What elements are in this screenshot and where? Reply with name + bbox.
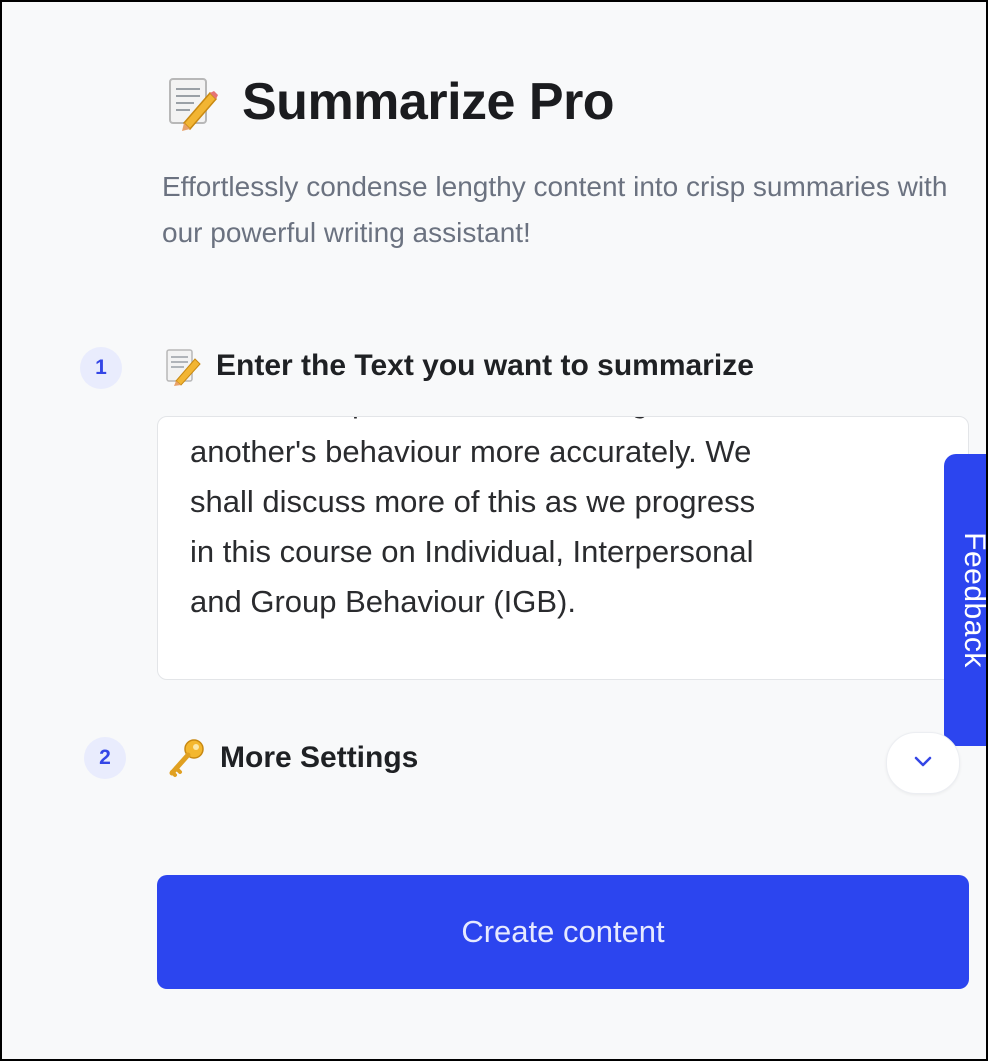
page-subtitle: Effortlessly condense lengthy content in…: [162, 171, 948, 248]
chevron-down-icon: [913, 754, 933, 773]
key-icon: [166, 738, 206, 778]
memo-icon: [162, 346, 202, 386]
summarize-pro-panel: Summarize Pro Effortlessly condense leng…: [0, 0, 988, 1061]
step-1-label: Enter the Text you want to summarize: [216, 349, 754, 382]
step-1-header: Enter the Text you want to summarize: [162, 346, 754, 386]
feedback-button[interactable]: Feedback: [944, 454, 988, 746]
create-content-button[interactable]: Create content: [157, 875, 969, 989]
page-title: Summarize Pro: [242, 73, 615, 131]
step-2-badge: 2: [84, 737, 126, 779]
more-settings-toggle[interactable]: [886, 732, 960, 794]
feedback-label: Feedback: [958, 532, 988, 668]
header: Summarize Pro: [162, 72, 615, 132]
step-1-badge: 1: [80, 347, 122, 389]
text-input[interactable]: data will help us in understanding anoth…: [157, 416, 969, 680]
step-2-header[interactable]: More Settings: [166, 738, 418, 778]
memo-icon: [162, 73, 220, 131]
text-input-value: data will help us in understanding anoth…: [190, 417, 756, 619]
step-2-label: More Settings: [220, 741, 419, 774]
